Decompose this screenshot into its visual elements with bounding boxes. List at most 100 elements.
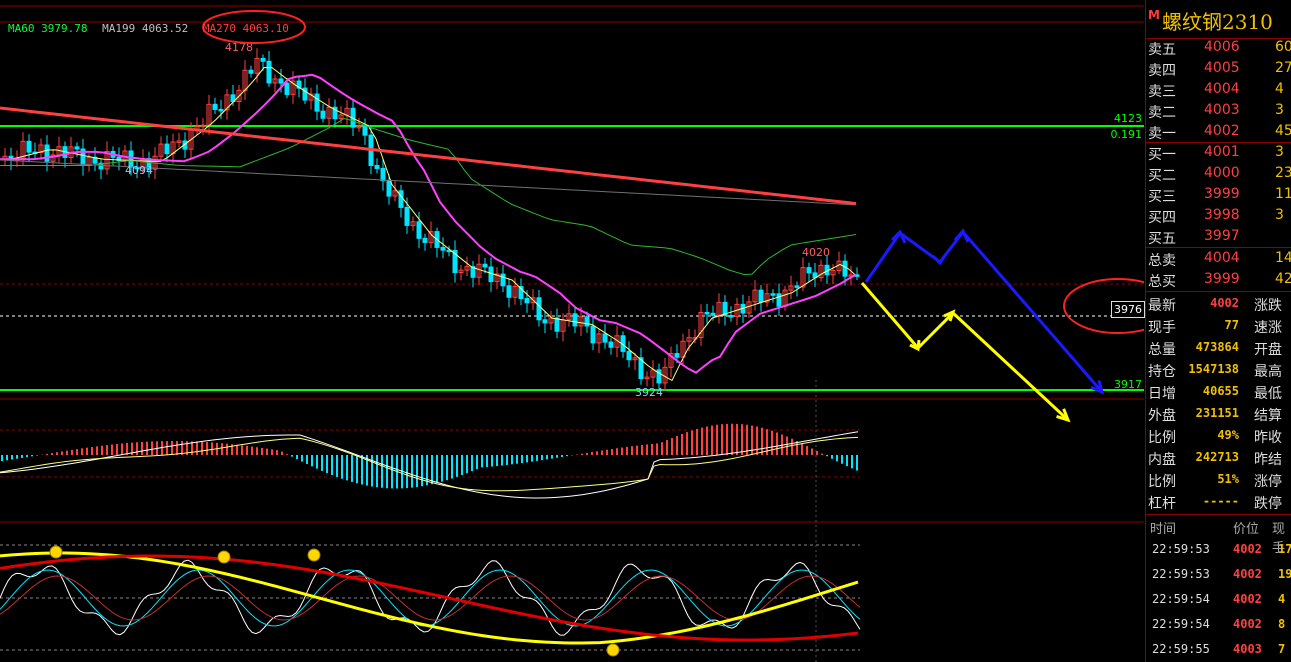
candle-body	[608, 341, 614, 348]
info-label: 现手	[1148, 320, 1176, 336]
info-label: 最新	[1148, 298, 1176, 314]
bid-row[interactable]: 买三 3999 11	[1146, 184, 1291, 205]
total-volume: 42	[1275, 271, 1291, 287]
candle-body	[284, 82, 290, 95]
tick-row: 22:59:54 4002 4	[1146, 587, 1291, 612]
ask-row[interactable]: 卖一 4002 45	[1146, 121, 1291, 142]
smiley-marker-icon	[49, 545, 63, 559]
tick-price: 4003	[1233, 642, 1262, 656]
ask-row[interactable]: 卖二 4003 3	[1146, 100, 1291, 121]
info-value: 231151	[1195, 406, 1239, 420]
instrument-title: M 螺纹钢2310	[1146, 0, 1291, 39]
bottom-low-label: 3924	[635, 386, 663, 399]
candle-body	[710, 312, 716, 316]
candle-body	[404, 206, 410, 226]
total-row[interactable]: 总买 3999 42	[1146, 269, 1291, 290]
info-row: 持仓 1547138 最高	[1146, 358, 1291, 380]
bid-label: 买一	[1148, 147, 1176, 163]
info-label: 日增	[1148, 386, 1176, 402]
bid-row[interactable]: 买一 4001 3	[1146, 142, 1291, 163]
candle-body	[524, 298, 530, 304]
bid-price: 4000	[1204, 165, 1240, 181]
ma-legend: MA60 3979.78 MA199 4063.52 MA270 4063.10	[8, 22, 297, 35]
chart-area[interactable]: 4178 4094 4020 3924 4123 0.191 3917 MA60 3979.…	[0, 0, 1145, 662]
candle-body	[728, 314, 734, 318]
candle-body	[74, 146, 80, 150]
bid-label: 买三	[1148, 189, 1176, 205]
ticks-header: 时间 价位 现手	[1146, 515, 1291, 556]
candle-body	[314, 93, 320, 112]
level-upper-label: 4123	[1114, 112, 1142, 125]
info-value: 1547138	[1188, 362, 1239, 376]
info-row: 比例 49% 昨收	[1146, 424, 1291, 446]
ask-price: 4004	[1204, 81, 1240, 97]
ma60-line	[0, 117, 857, 275]
ma199-legend: MA199 4063.52	[102, 22, 189, 35]
instrument-name[interactable]: 螺纹钢2310	[1162, 6, 1273, 35]
total-row[interactable]: 总卖 4004 141	[1146, 248, 1291, 269]
info-value: 242713	[1195, 450, 1239, 464]
bid-row[interactable]: 买二 4000 23	[1146, 163, 1291, 184]
candle-body	[776, 293, 782, 307]
low-left-label: 4094	[125, 164, 153, 177]
candle-body	[440, 246, 446, 251]
blue-trough-head	[931, 253, 948, 266]
bid-volume: 3	[1275, 207, 1284, 223]
ask-label: 卖五	[1148, 42, 1176, 58]
info-value: 40655	[1202, 384, 1239, 398]
candle-body	[362, 125, 368, 136]
info-label: 杠杆	[1148, 496, 1176, 512]
info-right-label: 最高	[1254, 364, 1282, 380]
bid-volume: 3	[1275, 144, 1284, 160]
candle-body	[482, 263, 488, 268]
candle-body	[542, 319, 548, 324]
ask-label: 卖三	[1148, 84, 1176, 100]
candle-body	[386, 180, 392, 197]
ask-price: 4002	[1204, 123, 1240, 139]
quote-panel: M 螺纹钢2310 卖五 4006 60 卖四 4005 27 卖三 4004 4 卖二 4003 3…	[1145, 0, 1291, 662]
info-label: 总量	[1148, 342, 1176, 358]
candle-body	[26, 140, 32, 153]
ask-volume: 45	[1275, 123, 1291, 139]
ask-price: 4005	[1204, 60, 1240, 76]
ask-row[interactable]: 卖四 4005 27	[1146, 58, 1291, 79]
tick-row: 22:59:55 4003 7	[1146, 637, 1291, 662]
candlestick-chart[interactable]: 417840944020392441230.1913917	[0, 0, 1144, 662]
bid-row[interactable]: 买五 3997	[1146, 226, 1291, 247]
info-value: 473864	[1195, 340, 1239, 354]
smiley-marker-icon	[307, 548, 321, 562]
ask-label: 卖二	[1148, 105, 1176, 121]
info-value: -----	[1202, 494, 1239, 508]
candle-body	[218, 108, 224, 112]
candle-body	[584, 316, 590, 327]
candle-body	[266, 60, 272, 84]
bid-row[interactable]: 买四 3998 3	[1146, 205, 1291, 226]
smiley-marker-icon	[217, 550, 231, 564]
ask-volume: 4	[1275, 81, 1284, 97]
info-label: 内盘	[1148, 452, 1176, 468]
candle-body	[704, 311, 710, 315]
crosshair-price-box: 3976	[1111, 301, 1145, 318]
ask-volume: 3	[1275, 102, 1284, 118]
ticks-header-price: 价位	[1233, 522, 1260, 537]
bid-label: 买四	[1148, 210, 1176, 226]
info-right-label: 开盘	[1254, 342, 1282, 358]
total-label: 总卖	[1148, 253, 1176, 269]
info-right-label: 涨跌	[1254, 298, 1282, 314]
ma60-legend: MA60 3979.78	[8, 22, 88, 35]
candle-body	[842, 260, 848, 277]
ask-price: 4006	[1204, 39, 1240, 55]
bid-price: 3999	[1204, 186, 1240, 202]
candle-body	[506, 285, 512, 298]
ask-row[interactable]: 卖三 4004 4	[1146, 79, 1291, 100]
bid-label: 买二	[1148, 168, 1176, 184]
total-label: 总买	[1148, 274, 1176, 290]
info-value: 51%	[1217, 472, 1239, 486]
candle-body	[758, 289, 764, 303]
info-row: 比例 51% 涨停	[1146, 468, 1291, 490]
candle-body	[398, 190, 404, 208]
ask-row[interactable]: 卖五 4006 60	[1146, 37, 1291, 58]
recent-high-label: 4020	[802, 246, 830, 259]
smiley-marker-icon	[606, 643, 620, 657]
info-row: 外盘 231151 结算	[1146, 402, 1291, 424]
